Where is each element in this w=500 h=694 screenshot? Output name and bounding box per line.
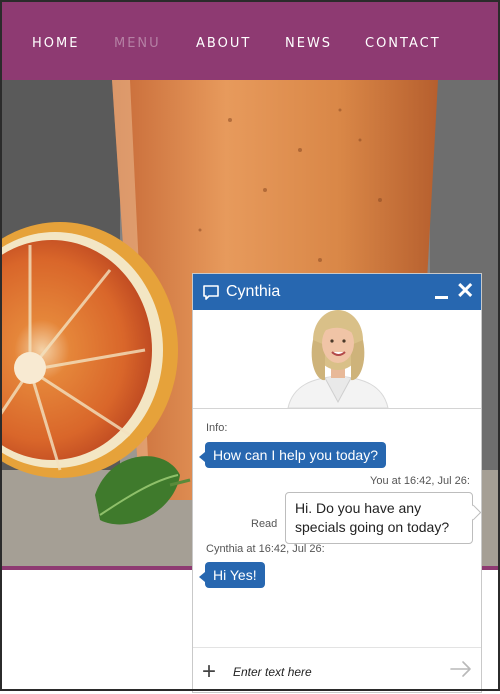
agent-message-bubble-2: Hi Yes! <box>199 562 265 588</box>
agent-message-text: How can I help you today? <box>213 447 378 463</box>
agent-message-text-2: Hi Yes! <box>213 567 257 583</box>
agent-photo-area <box>193 310 481 409</box>
chat-info-label: Info: <box>206 422 228 434</box>
agent-message-meta: Cynthia at 16:42, Jul 26: <box>206 543 325 555</box>
nav-news[interactable]: NEWS <box>285 36 332 51</box>
chat-header: Cynthia ✕ <box>193 274 481 310</box>
user-message-text-line2: specials going on today? <box>295 519 450 535</box>
user-message-bubble: Hi. Do you have any specials going on to… <box>285 492 473 544</box>
chat-widget: Cynthia ✕ Info: How can I help you today… <box>192 273 482 693</box>
send-arrow-icon[interactable] <box>450 660 472 678</box>
chat-text-input[interactable] <box>231 661 435 683</box>
nav-menu[interactable]: MENU <box>114 36 161 51</box>
nav-about[interactable]: ABOUT <box>196 36 251 51</box>
nav-contact[interactable]: CONTACT <box>365 36 441 51</box>
user-message-text-line1: Hi. Do you have any <box>295 500 422 516</box>
close-icon[interactable]: ✕ <box>456 280 474 302</box>
agent-message-bubble: How can I help you today? <box>199 442 386 468</box>
top-navigation: HOME MENU ABOUT NEWS CONTACT <box>0 0 500 80</box>
chat-agent-name: Cynthia <box>226 283 281 300</box>
agent-avatar <box>287 310 389 409</box>
read-status: Read <box>251 518 278 530</box>
chat-bubble-icon <box>203 285 219 300</box>
chat-input-row: + <box>193 647 481 694</box>
user-message-meta: You at 16:42, Jul 26: <box>370 475 470 487</box>
nav-home[interactable]: HOME <box>32 36 79 51</box>
minimize-icon[interactable] <box>434 282 450 302</box>
plus-icon[interactable]: + <box>202 658 216 686</box>
